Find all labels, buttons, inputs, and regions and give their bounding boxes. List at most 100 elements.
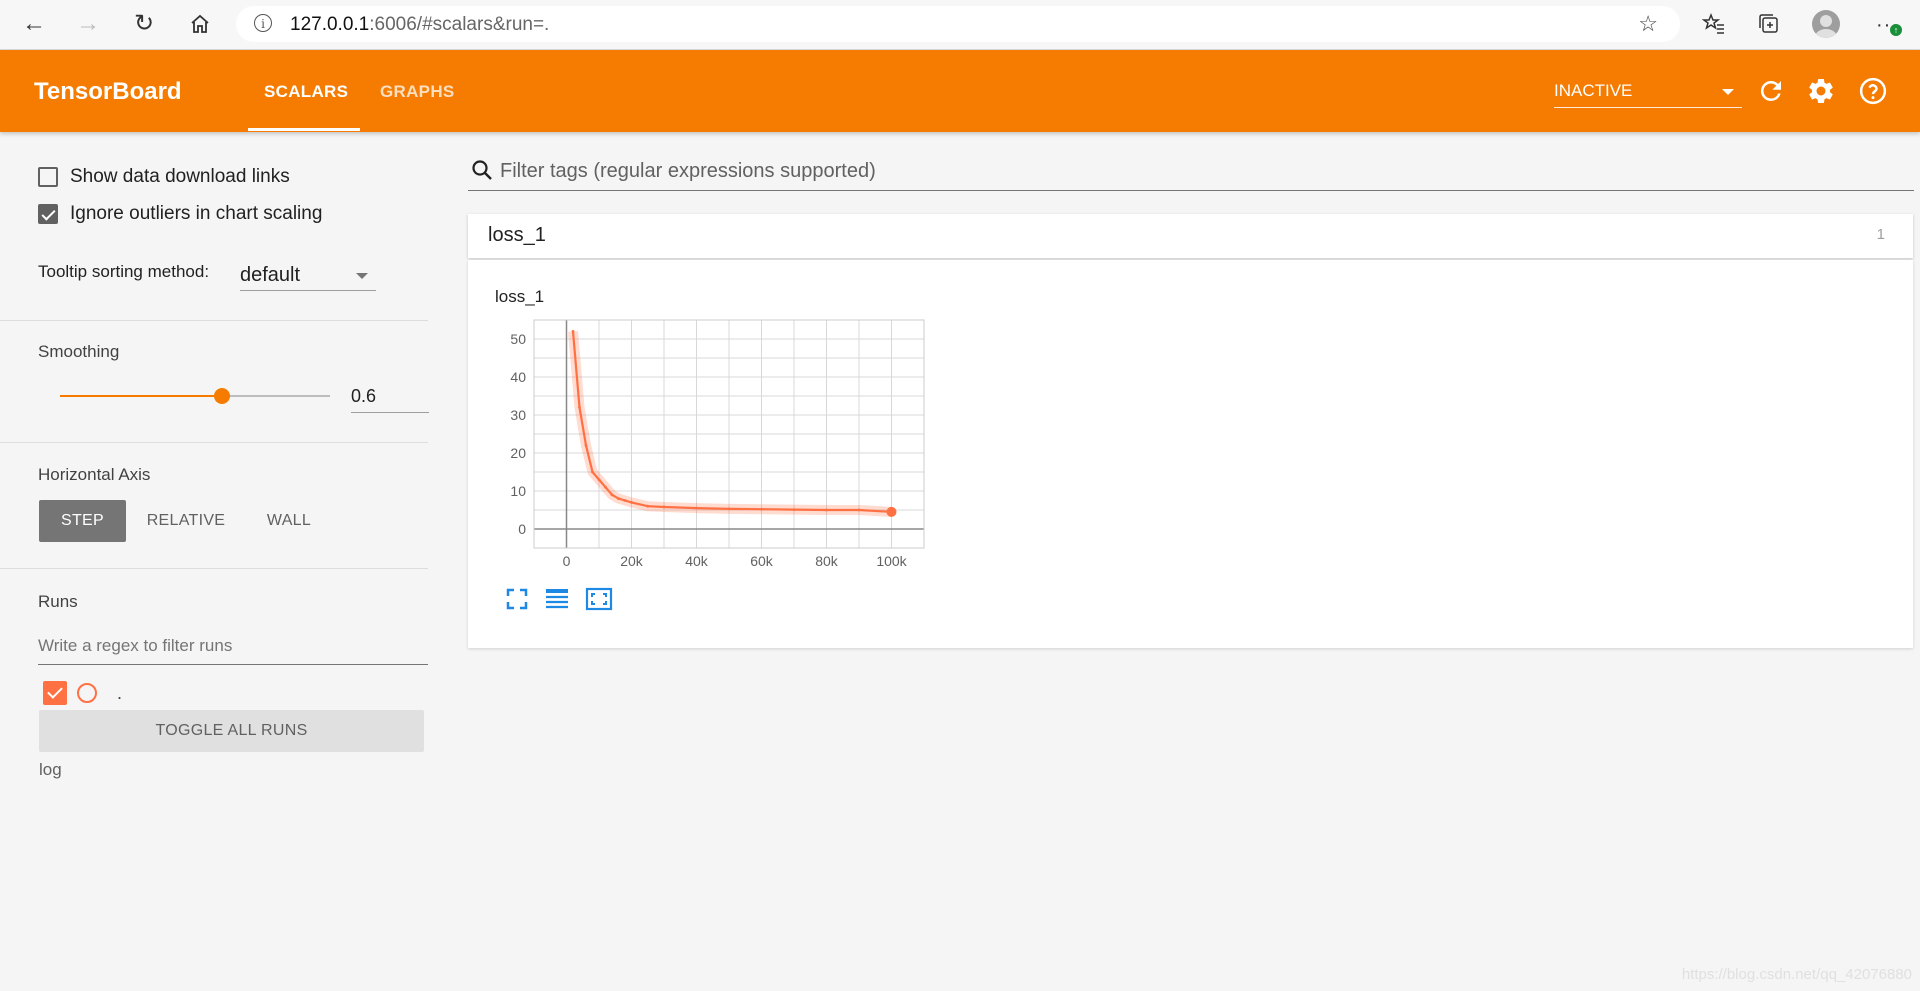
- loss-chart[interactable]: 0 20k 40k 60k 80k 100k 0 10 20 30 40 50: [468, 260, 948, 580]
- favorites-icon[interactable]: [1700, 10, 1728, 38]
- checkbox-unchecked-icon: [38, 167, 58, 187]
- y-tick-label: 40: [510, 369, 526, 385]
- toggle-all-runs-button[interactable]: TOGGLE ALL RUNS: [39, 710, 424, 752]
- data-point: [630, 501, 633, 504]
- runs-filter-input[interactable]: Write a regex to filter runs: [38, 630, 428, 665]
- data-point: [662, 505, 666, 509]
- sidebar: Show data download links Ignore outliers…: [0, 132, 430, 991]
- tag-filter-placeholder: Filter tags (regular expressions support…: [500, 160, 876, 182]
- data-point: [604, 485, 607, 489]
- category-count: 1: [1876, 226, 1885, 243]
- show-download-links-checkbox[interactable]: Show data download links: [38, 164, 290, 190]
- runs-label: Runs: [38, 592, 78, 611]
- profile-icon[interactable]: [1812, 10, 1840, 38]
- data-point: [597, 478, 601, 481]
- ignore-outliers-label: Ignore outliers in chart scaling: [70, 203, 323, 224]
- x-tick-label: 20k: [620, 553, 644, 569]
- x-tick-label: 60k: [750, 553, 774, 569]
- data-point: [610, 493, 614, 497]
- run-item: .: [43, 680, 122, 706]
- x-tick-label: 100k: [876, 553, 907, 569]
- y-tick-label: 0: [518, 521, 526, 537]
- y-tick-label: 30: [510, 407, 526, 423]
- axis-wall-button[interactable]: WALL: [250, 500, 328, 542]
- data-point: [825, 508, 828, 512]
- checkbox-checked-icon: [38, 204, 58, 224]
- browser-toolbar: ← → ↻ i 127.0.0.1:6006/#scalars&run=. ☆ …: [0, 0, 1920, 50]
- run-status-dropdown[interactable]: INACTIVE: [1554, 79, 1742, 108]
- search-icon: [472, 160, 492, 180]
- category-header[interactable]: loss_1 1: [468, 214, 1913, 258]
- smoothing-value: 0.6: [351, 386, 377, 406]
- chevron-down-icon: [1722, 89, 1734, 95]
- horizontal-axis-label: Horizontal Axis: [38, 465, 151, 484]
- divider: [0, 568, 428, 569]
- smoothing-input[interactable]: 0.6: [351, 380, 429, 413]
- axis-relative-button[interactable]: RELATIVE: [138, 500, 234, 542]
- log-directory-label: log: [39, 760, 62, 779]
- data-point: [591, 470, 594, 474]
- fit-domain-icon[interactable]: [585, 586, 613, 612]
- update-badge-icon: ↑: [1890, 24, 1902, 36]
- run-status-value: INACTIVE: [1554, 81, 1633, 100]
- runs-filter-placeholder: Write a regex to filter runs: [38, 636, 233, 655]
- data-table-icon[interactable]: [544, 586, 570, 612]
- active-tab-indicator: [248, 128, 360, 131]
- watermark: https://blog.csdn.net/qq_42076880: [1681, 966, 1912, 983]
- smoothing-slider-fill: [60, 395, 222, 397]
- data-point: [578, 406, 581, 409]
- favorite-add-icon[interactable]: ☆: [1638, 11, 1658, 37]
- app-logo: TensorBoard: [34, 78, 182, 105]
- smoothing-label: Smoothing: [38, 342, 120, 361]
- info-icon[interactable]: i: [254, 14, 272, 32]
- tab-scalars[interactable]: SCALARS: [264, 82, 348, 102]
- smoothing-slider[interactable]: [60, 388, 330, 404]
- axis-step-button[interactable]: STEP: [39, 500, 126, 542]
- show-download-links-label: Show data download links: [70, 166, 290, 187]
- run-radio-button[interactable]: [77, 683, 97, 703]
- url-text: 127.0.0.1:6006/#scalars&run=.: [290, 14, 550, 35]
- tab-graphs[interactable]: GRAPHS: [380, 82, 455, 102]
- collections-icon[interactable]: [1755, 10, 1783, 38]
- address-bar[interactable]: i 127.0.0.1:6006/#scalars&run=. ☆: [236, 6, 1680, 42]
- data-point: [617, 497, 620, 500]
- tag-filter-input[interactable]: Filter tags (regular expressions support…: [468, 154, 1914, 191]
- data-point: [571, 330, 575, 333]
- back-icon[interactable]: ←: [18, 8, 50, 40]
- data-point: [857, 508, 861, 512]
- chart-card: loss_1 0 20k 40k 60k 80k 100k 0 10 20 30 40 50: [468, 260, 1913, 648]
- fullscreen-icon[interactable]: [504, 586, 530, 612]
- y-tick-label: 20: [510, 445, 526, 461]
- x-tick-label: 0: [563, 553, 571, 569]
- category-name: loss_1: [488, 224, 546, 246]
- data-point: [760, 507, 763, 511]
- y-tick-label: 10: [510, 483, 526, 499]
- help-icon[interactable]: [1858, 76, 1888, 106]
- x-tick-label: 40k: [685, 553, 709, 569]
- ignore-outliers-checkbox[interactable]: Ignore outliers in chart scaling: [38, 201, 322, 227]
- app-header: TensorBoard SCALARS GRAPHS INACTIVE: [0, 50, 1920, 132]
- divider: [0, 442, 428, 443]
- refresh-icon[interactable]: ↻: [128, 8, 160, 40]
- run-checkbox[interactable]: [43, 681, 67, 705]
- data-point: [695, 506, 698, 510]
- chevron-down-icon: [356, 273, 368, 279]
- tooltip-sorting-value: default: [240, 264, 301, 286]
- tooltip-sorting-label: Tooltip sorting method:: [38, 262, 210, 281]
- home-icon[interactable]: [184, 8, 216, 40]
- data-point: [646, 504, 650, 508]
- smoothing-slider-thumb[interactable]: [214, 388, 230, 404]
- reload-icon[interactable]: [1756, 76, 1786, 106]
- data-point: [727, 507, 731, 511]
- data-point: [584, 444, 588, 447]
- data-point: [623, 499, 627, 502]
- divider: [0, 320, 428, 321]
- run-name: .: [117, 682, 123, 703]
- data-point: [792, 508, 796, 512]
- settings-gear-icon[interactable]: [1806, 76, 1836, 106]
- forward-icon[interactable]: →: [72, 8, 104, 40]
- y-tick-label: 50: [510, 331, 526, 347]
- x-tick-label: 80k: [815, 553, 839, 569]
- tooltip-sorting-dropdown[interactable]: default: [240, 258, 376, 291]
- series-end-marker: [886, 506, 897, 517]
